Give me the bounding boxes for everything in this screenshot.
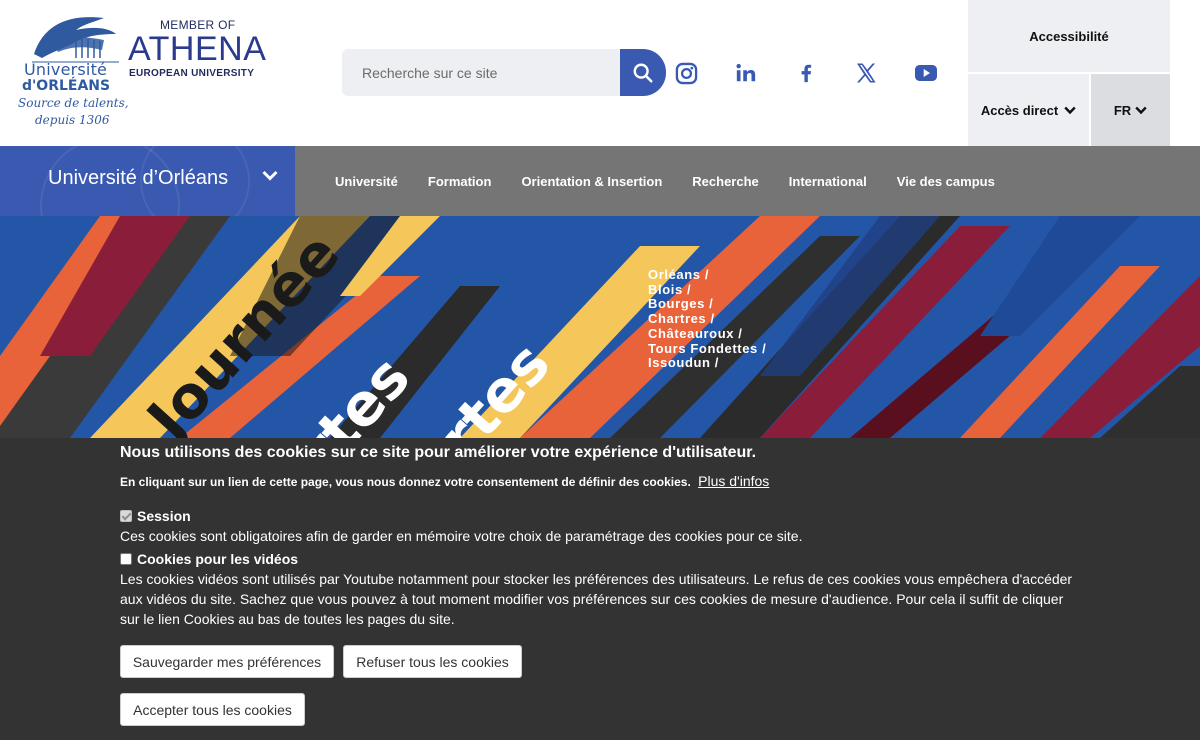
instagram-icon [675,62,697,84]
cookie-banner: Nous utilisons des cookies sur ce site p… [0,438,1200,740]
cookie-consent-text: En cliquant sur un lien de cette page, v… [120,473,769,489]
save-preferences-button[interactable]: Sauvegarder mes préférences [120,645,334,678]
acces-direct-dropdown[interactable]: Accès direct [968,74,1089,146]
city-item: Châteauroux / [648,325,743,341]
cookie-consent-label: En cliquant sur un lien de cette page, v… [120,475,691,489]
athena-name: ATHENA [128,30,267,68]
hero-graphic: Journée ortes ertes [0,216,1200,438]
city-item: Bourges / [648,296,714,312]
search-button[interactable] [620,49,666,96]
language-selector[interactable]: FR [1091,74,1170,146]
more-info-link[interactable]: Plus d'infos [698,473,769,489]
chevron-down-icon [262,170,278,181]
logo-emblem-icon [32,17,119,63]
session-option: Session [120,508,191,524]
videos-checkbox[interactable] [120,553,132,565]
city-item: Chartres / [648,311,715,327]
language-label: FR [1113,102,1132,118]
universite-orleans-logo[interactable]: Université d'ORLÉANS Source de talents, … [18,14,129,132]
hero-city-list: Orléans / Blois / Bourges / Chartres / C… [648,267,767,371]
session-checkbox[interactable] [120,510,132,522]
athena-subtitle: EUROPEAN UNIVERSITY [129,68,255,79]
nav-brand-label: Université d’Orléans [48,167,229,189]
nav-item-vie-des-campus[interactable]: Vie des campus [897,174,995,189]
logo-line1: Université [24,60,108,79]
logo-line2: d'ORLÉANS [22,78,111,94]
facebook-icon [801,64,812,83]
city-item: Blois / [648,281,692,297]
city-item: Tours Fondettes / [648,340,767,356]
nav-item-international[interactable]: International [789,174,867,189]
youtube-link[interactable] [911,58,941,88]
search-icon [633,63,653,83]
videos-option: Cookies pour les vidéos [120,551,298,567]
search-input[interactable] [342,49,624,96]
accessibility-button[interactable]: Accessibilité [968,0,1170,72]
linkedin-link[interactable] [731,58,761,88]
city-item: Orléans / [648,267,710,282]
site-header: Université d'ORLÉANS Source de talents, … [0,0,1200,146]
accessibility-label: Accessibilité [1029,28,1109,44]
videos-label: Cookies pour les vidéos [137,551,299,567]
nav-item-formation[interactable]: Formation [428,174,492,189]
nav-item-universite[interactable]: Université [335,174,398,189]
nav-item-orientation[interactable]: Orientation & Insertion [521,174,662,189]
chevron-down-icon [1064,106,1076,114]
session-label: Session [137,508,191,524]
nav-items: Université Formation Orientation & Inser… [335,146,995,216]
athena-logo[interactable]: MEMBER OF ATHENA EUROPEAN UNIVERSITY [128,16,268,86]
youtube-icon [915,65,937,81]
x-icon [857,63,876,83]
chevron-down-icon [1135,106,1147,114]
acces-direct-label: Accès direct [980,102,1059,118]
logo-tagline1: Source de talents, [18,96,129,110]
nav-brand-dropdown[interactable]: Université d’Orléans [0,146,295,216]
city-item: Issoudun / [648,355,719,371]
main-navigation: Université d’Orléans Université Formatio… [0,146,1200,216]
session-description: Ces cookies sont obligatoires afin de ga… [120,528,803,544]
hero-banner[interactable]: Journée ortes ertes Orléans / Blois / Bo… [0,216,1200,438]
linkedin-icon [736,63,756,82]
cookie-title: Nous utilisons des cookies sur ce site p… [120,444,757,461]
videos-description: Les cookies vidéos sont utilisés par You… [120,571,1073,627]
accept-all-button[interactable]: Accepter tous les cookies [120,693,305,726]
facebook-link[interactable] [791,58,821,88]
nav-item-recherche[interactable]: Recherche [692,174,758,189]
search-bar [342,49,666,96]
logo-tagline2: depuis 1306 [35,113,110,127]
x-link[interactable] [851,58,881,88]
instagram-link[interactable] [671,58,701,88]
refuse-all-button[interactable]: Refuser tous les cookies [343,645,522,678]
